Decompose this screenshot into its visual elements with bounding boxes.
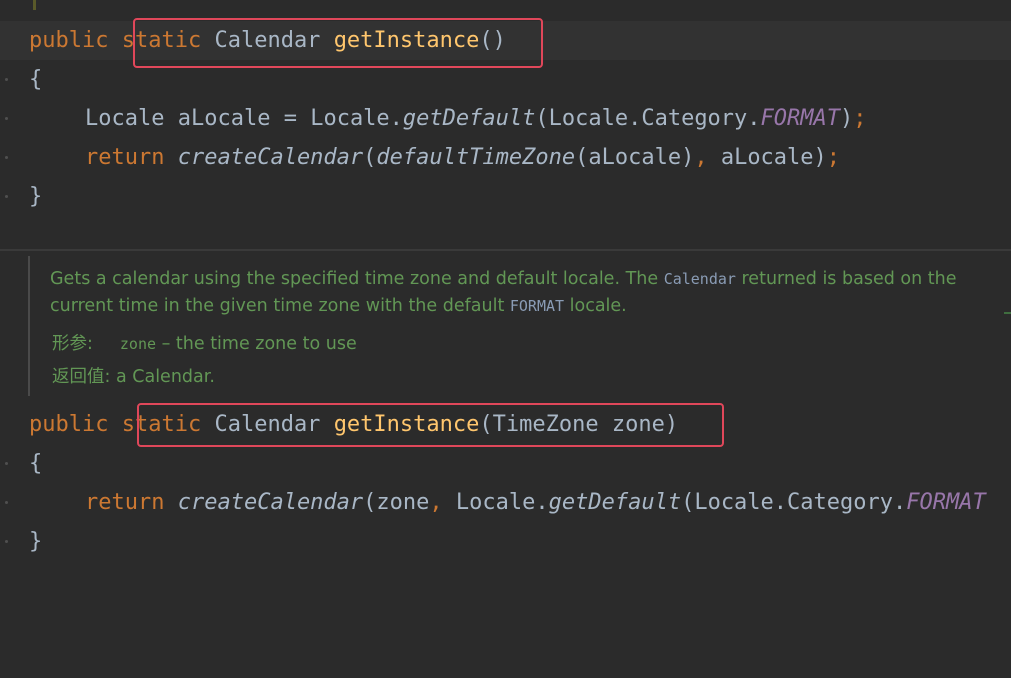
arg-category: (Locale.Category.: [681, 490, 907, 515]
fold-dot: [5, 78, 8, 81]
doc-code-calendar: Calendar: [663, 270, 736, 288]
code-line-open-brace-2[interactable]: {: [0, 444, 1011, 483]
const-format: FORMAT: [760, 106, 841, 131]
divider: [0, 249, 1011, 251]
semicolon: ;: [826, 145, 841, 170]
brace: {: [29, 67, 43, 92]
fold-dot: [5, 117, 8, 120]
highlight-box-2: [137, 403, 724, 447]
brace: }: [29, 529, 43, 554]
code-line-locale[interactable]: Locale aLocale = Locale.getDefault(Local…: [0, 99, 1011, 138]
type-locale: Locale: [85, 106, 165, 131]
fold-dot: [5, 462, 8, 465]
code-line-return-1[interactable]: return createCalendar(defaultTimeZone(aL…: [0, 138, 1011, 177]
scrollbar-marker: [1004, 312, 1011, 314]
arg-zone: (zone: [363, 490, 430, 515]
call-getdefault: getDefault: [402, 106, 536, 131]
comma: ,: [694, 145, 708, 170]
javadoc-description: Gets a calendar using the specified time…: [50, 266, 1010, 320]
call-createcalendar: createCalendar: [177, 490, 364, 515]
doc-code-format: FORMAT: [509, 297, 565, 315]
call-getdefault: getDefault: [548, 490, 682, 515]
fold-dot: [5, 501, 8, 504]
brace: {: [29, 451, 43, 476]
code-line-close-brace-2[interactable]: }: [0, 522, 1011, 561]
class-ref: Locale.: [310, 106, 403, 131]
comma: ,: [429, 490, 443, 515]
var-alocale: aLocale: [177, 106, 271, 131]
returns-label: 返回值:: [52, 367, 111, 387]
javadoc-block[interactable]: Gets a calendar using the specified time…: [28, 256, 1010, 396]
call-createcalendar: createCalendar: [177, 145, 364, 170]
javadoc-params: 形参: zone – the time zone to use: [52, 330, 357, 355]
lightbulb-icon[interactable]: [0, 39, 7, 53]
doc-text: Gets a calendar using the specified time…: [50, 269, 664, 289]
code-line-return-2[interactable]: return createCalendar(zone, Locale.getDe…: [0, 483, 1011, 522]
keyword-return: return: [85, 145, 165, 170]
returns-desc: a Calendar.: [110, 367, 215, 387]
fold-dot: [5, 540, 8, 543]
code-line-open-brace-1[interactable]: {: [0, 60, 1011, 99]
paren-open: (: [363, 145, 377, 170]
const-format: FORMAT: [906, 490, 986, 515]
doc-text: locale.: [564, 296, 627, 316]
arg-alocale: aLocale): [707, 145, 827, 170]
javadoc-returns: 返回值: a Calendar.: [52, 363, 215, 388]
semicolon: ;: [853, 106, 867, 131]
brace: }: [29, 184, 43, 209]
code-line-close-brace-1[interactable]: }: [0, 177, 1011, 216]
param-name: zone: [119, 335, 157, 353]
fold-dot: [5, 195, 8, 198]
gutter-marker: [33, 0, 36, 10]
operator-eq: =: [283, 106, 297, 131]
keyword-public: public: [29, 28, 109, 53]
keyword-return: return: [85, 490, 165, 515]
params-label: 形参:: [52, 334, 93, 354]
class-ref: Locale.: [442, 490, 549, 515]
paren-close: ): [840, 106, 854, 131]
arg-category: (Locale.Category.: [535, 106, 761, 131]
param-desc: – the time zone to use: [156, 334, 357, 354]
inner-args: (aLocale): [575, 145, 695, 170]
fold-dot: [5, 156, 8, 159]
call-defaulttimezone: defaultTimeZone: [376, 145, 576, 170]
keyword-public: public: [29, 412, 109, 437]
